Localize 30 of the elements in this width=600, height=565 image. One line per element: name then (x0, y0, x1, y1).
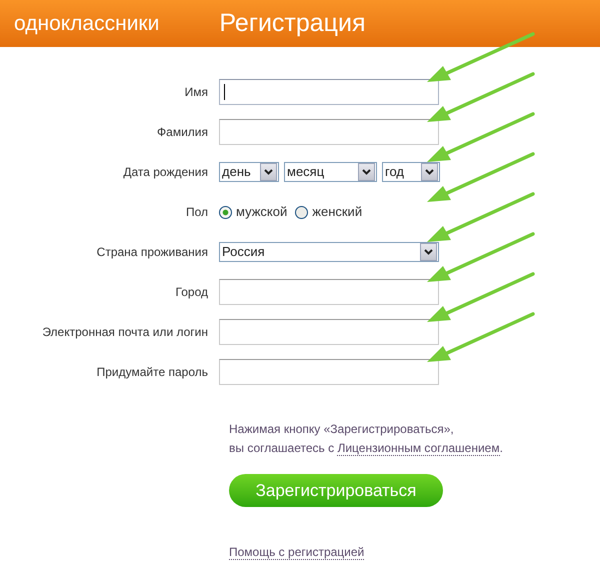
text-field[interactable] (219, 279, 439, 305)
dropdown[interactable]: день (219, 162, 279, 182)
field-label: Фамилия (156, 124, 209, 141)
field-label: Дата рождения (122, 164, 209, 181)
dropdown[interactable]: месяц (284, 162, 377, 182)
chevron-down-icon (264, 169, 273, 175)
text-field[interactable] (219, 79, 439, 105)
chevron-down-icon (424, 249, 433, 255)
dropdown[interactable]: Россия (219, 242, 439, 262)
field-label: Имя (184, 84, 209, 101)
radio-option[interactable]: мужской (219, 202, 288, 222)
page-title: Регистрация (219, 8, 366, 39)
radio-button[interactable] (219, 206, 232, 218)
text-field[interactable] (219, 319, 439, 345)
text-field[interactable] (219, 119, 439, 145)
agreement-text: Нажимая кнопку «Зарегистрироваться», вы соглашаетесь с Лицензионным соглашением. (229, 421, 504, 458)
dropdown[interactable]: год (382, 162, 440, 182)
field-label: Придумайте пароль (96, 364, 209, 381)
field-label: Город (174, 284, 209, 301)
text-cursor (224, 84, 225, 100)
field-label: Электронная почта или логин (41, 324, 209, 341)
chevron-down-icon (362, 169, 371, 175)
radio-button[interactable] (295, 206, 308, 218)
field-label: Пол (184, 204, 209, 221)
text-field[interactable] (219, 359, 439, 385)
help-link[interactable]: Помощь с регистрацией (229, 545, 364, 560)
license-link[interactable]: Лицензионным соглашением (337, 441, 500, 456)
field-label: Страна проживания (96, 244, 209, 261)
radio-option[interactable]: женский (295, 202, 362, 222)
chevron-down-icon (425, 169, 434, 175)
